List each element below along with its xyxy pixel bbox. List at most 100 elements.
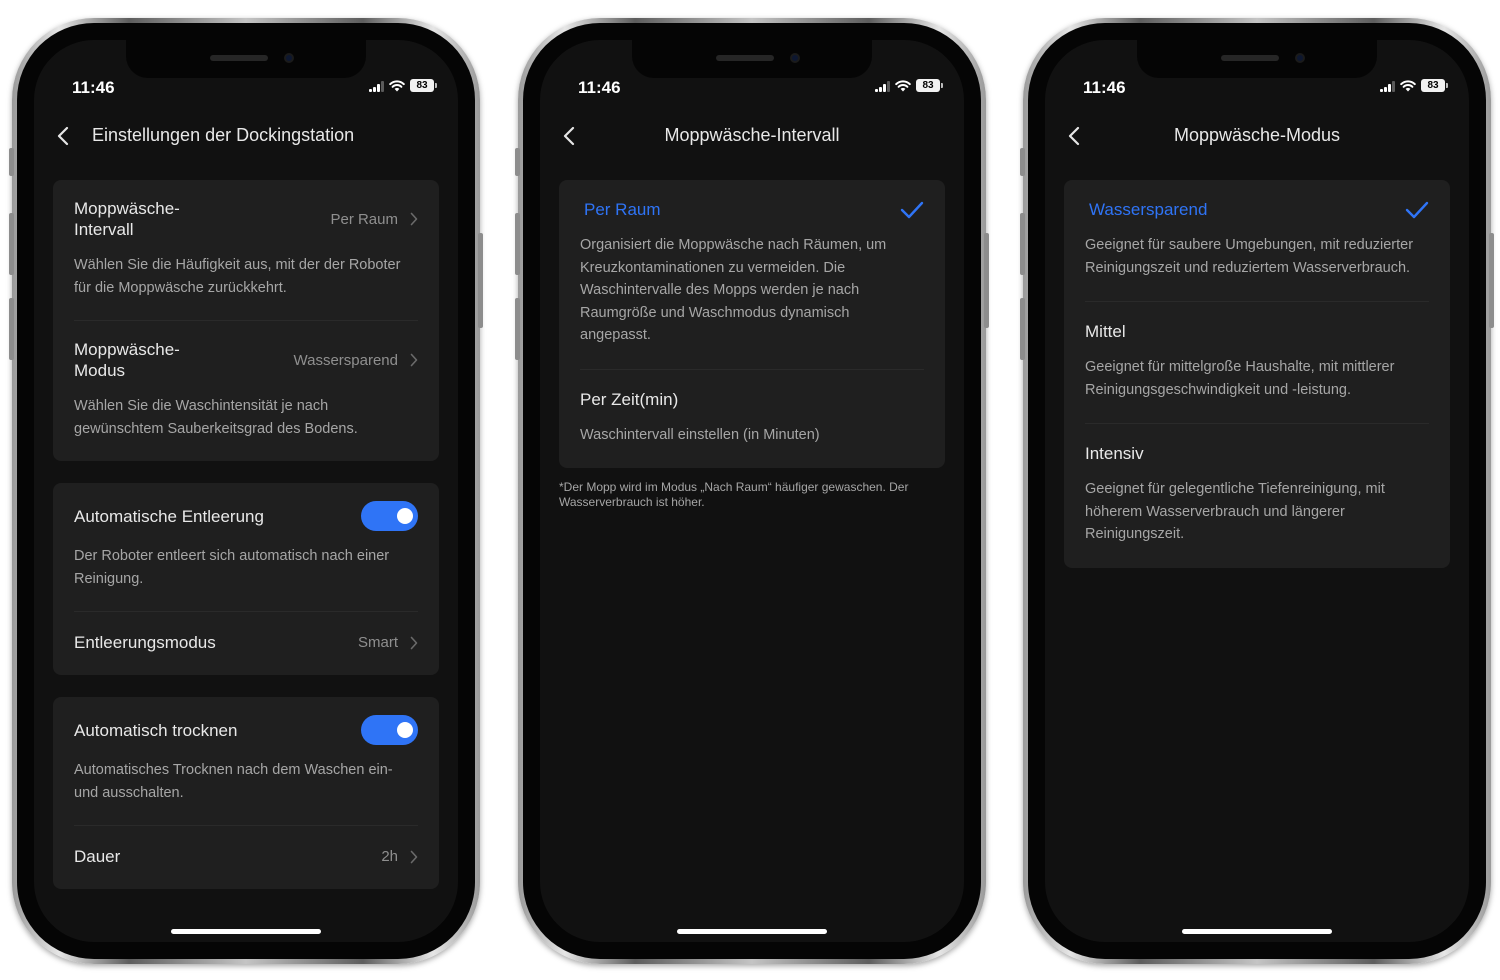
battery-icon: 83	[1421, 79, 1448, 92]
option-per-room-description: Organisiert die Moppwäsche nach Räumen, …	[580, 237, 887, 343]
power-button	[478, 233, 483, 328]
wifi-icon	[895, 80, 911, 92]
option-medium-label: Mittel	[1085, 322, 1126, 341]
cellular-signal-icon	[369, 80, 384, 92]
volume-up-button	[9, 213, 14, 275]
chevron-right-icon	[410, 636, 418, 649]
duration-value: 2h	[381, 848, 398, 865]
status-icons: 83	[1380, 79, 1448, 92]
chevron-right-icon	[410, 850, 418, 863]
mop-interval-label: Moppwäsche-Intervall	[74, 199, 180, 239]
auto-empty-row: Automatische Entleerung Der Roboter entl…	[74, 483, 418, 612]
status-icons: 83	[875, 79, 943, 92]
status-time: 11:46	[578, 78, 621, 97]
page-title: Moppwäsche-Intervall	[664, 125, 840, 145]
nav-bar: Einstellungen der Dockingstation	[34, 116, 458, 156]
wifi-icon	[389, 80, 405, 92]
volume-down-button	[515, 298, 520, 360]
mop-interval-value: Per Raum	[330, 210, 398, 228]
page-title: Moppwäsche-Modus	[1173, 125, 1341, 145]
empty-mode-row[interactable]: Entleerungsmodus Smart	[74, 612, 418, 675]
volume-down-button	[1020, 298, 1025, 360]
option-water-saving[interactable]: Wassersparend Geeignet für saubere Umgeb…	[1085, 180, 1429, 302]
status-time: 11:46	[72, 78, 115, 97]
silent-switch	[515, 148, 520, 176]
cellular-signal-icon	[875, 80, 890, 92]
auto-dry-description: Automatisches Trocknen nach dem Waschen …	[74, 762, 393, 801]
option-per-time[interactable]: Per Zeit(min) Waschintervall einstellen …	[580, 370, 924, 469]
mop-mode-value: Wassersparend	[293, 351, 399, 369]
option-per-room-label: Per Raum	[584, 200, 661, 219]
status-time: 11:46	[1083, 78, 1126, 97]
silent-switch	[9, 148, 14, 176]
notch	[126, 40, 366, 78]
auto-empty-card: Automatische Entleerung Der Roboter entl…	[53, 483, 439, 675]
wifi-icon	[1400, 80, 1416, 92]
option-per-time-label: Per Zeit(min)	[580, 389, 679, 409]
checkmark-icon	[1405, 201, 1429, 219]
home-indicator[interactable]	[171, 929, 321, 934]
option-medium-description: Geeignet für mittelgroße Haushalte, mit …	[1085, 359, 1395, 398]
phone-frame-mop-mode: 11:46 83 Moppwäsche-Modus Wassersparend …	[1020, 18, 1494, 964]
mop-interval-description: Wählen Sie die Häufigkeit aus, mit der d…	[74, 257, 401, 296]
option-water-saving-description: Geeignet für saubere Umgebungen, mit red…	[1085, 237, 1414, 276]
interval-options-card: Per Raum Organisiert die Moppwäsche nach…	[559, 180, 945, 468]
mode-options: Wassersparend Geeignet für saubere Umgeb…	[1064, 180, 1450, 590]
option-intensive-label: Intensiv	[1085, 444, 1144, 463]
cellular-signal-icon	[1380, 80, 1395, 92]
page-title: Einstellungen der Dockingstation	[92, 125, 355, 145]
mop-mode-description: Wählen Sie die Waschintensität je nach g…	[74, 398, 358, 437]
option-water-saving-label: Wassersparend	[1089, 200, 1208, 219]
front-camera	[790, 53, 800, 63]
mop-settings-card: Moppwäsche-Intervall Per Raum Wählen Sie…	[53, 180, 439, 461]
footnote: *Der Mopp wird im Modus „Nach Raum“ häuf…	[559, 480, 909, 509]
auto-dry-card: Automatisch trocknen Automatisches Trock…	[53, 697, 439, 889]
volume-down-button	[9, 298, 14, 360]
auto-dry-toggle[interactable]	[361, 715, 418, 745]
mop-interval-row[interactable]: Moppwäsche-Intervall Per Raum Wählen Sie…	[74, 180, 418, 321]
nav-bar: Moppwäsche-Modus	[1045, 116, 1469, 156]
auto-empty-toggle[interactable]	[361, 501, 418, 531]
empty-mode-label: Entleerungsmodus	[74, 633, 216, 652]
mode-options-card: Wassersparend Geeignet für saubere Umgeb…	[1064, 180, 1450, 568]
phone-frame-docking-settings: 11:46 83 Einstellungen der Dockingstatio…	[9, 18, 483, 964]
power-button	[1489, 233, 1494, 328]
option-per-time-description: Waschintervall einstellen (in Minuten)	[580, 426, 820, 443]
mop-mode-label: Moppwäsche-Modus	[74, 340, 180, 380]
back-chevron-icon[interactable]	[54, 125, 74, 147]
empty-mode-value: Smart	[357, 634, 398, 651]
front-camera	[284, 53, 294, 63]
speaker	[210, 55, 268, 61]
screen-mop-mode: 11:46 83 Moppwäsche-Modus Wassersparend …	[1045, 40, 1469, 942]
battery-icon: 83	[410, 79, 437, 92]
nav-bar: Moppwäsche-Intervall	[540, 116, 964, 156]
notch	[1137, 40, 1377, 78]
home-indicator[interactable]	[1182, 929, 1332, 934]
silent-switch	[1020, 148, 1025, 176]
speaker	[716, 55, 774, 61]
power-button	[984, 233, 989, 328]
chevron-right-icon	[410, 212, 418, 226]
battery-icon: 83	[916, 79, 943, 92]
speaker	[1221, 55, 1279, 61]
option-per-room[interactable]: Per Raum Organisiert die Moppwäsche nach…	[580, 180, 924, 370]
volume-up-button	[1020, 213, 1025, 275]
notch	[632, 40, 872, 78]
auto-empty-description: Der Roboter entleert sich automatisch na…	[74, 548, 390, 587]
screen-mop-interval: 11:46 83 Moppwäsche-Intervall Per Raum O…	[540, 40, 964, 942]
auto-dry-label: Automatisch trocknen	[74, 720, 238, 740]
option-intensive-description: Geeignet für gelegentliche Tiefenreinigu…	[1085, 481, 1385, 542]
checkmark-icon	[900, 201, 924, 219]
home-indicator[interactable]	[677, 929, 827, 934]
interval-options: Per Raum Organisiert die Moppwäsche nach…	[559, 180, 945, 510]
option-medium[interactable]: Mittel Geeignet für mittelgroße Haushalt…	[1085, 302, 1429, 424]
chevron-right-icon	[410, 353, 418, 367]
screen-docking-settings: 11:46 83 Einstellungen der Dockingstatio…	[34, 40, 458, 942]
settings-list: Moppwäsche-Intervall Per Raum Wählen Sie…	[53, 180, 439, 911]
status-icons: 83	[369, 79, 437, 92]
duration-row[interactable]: Dauer 2h	[74, 826, 418, 889]
mop-mode-row[interactable]: Moppwäsche-Modus Wassersparend Wählen Si…	[74, 321, 418, 461]
auto-empty-label: Automatische Entleerung	[74, 506, 264, 526]
auto-dry-row: Automatisch trocknen Automatisches Trock…	[74, 697, 418, 826]
option-intensive[interactable]: Intensiv Geeignet für gelegentliche Tief…	[1085, 424, 1429, 568]
